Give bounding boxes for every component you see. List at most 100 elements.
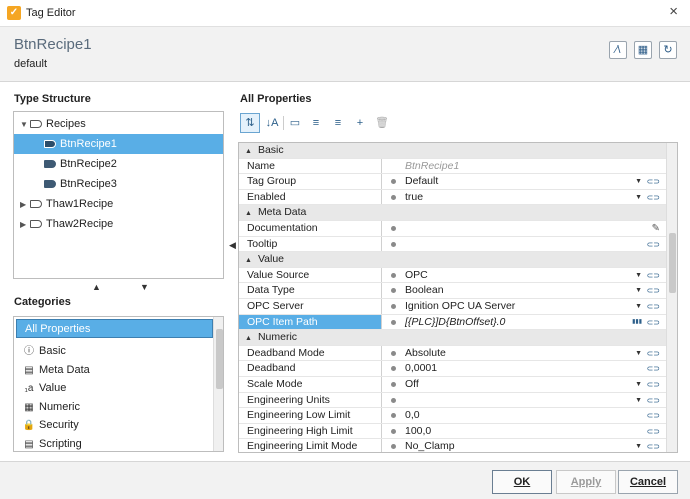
- dropdown-arrow-icon[interactable]: ▼: [635, 439, 642, 452]
- dropdown-arrow-icon[interactable]: ▼: [635, 377, 642, 392]
- binding-indicator-icon[interactable]: [391, 288, 396, 294]
- property-category-header[interactable]: ▲ Meta Data: [239, 205, 666, 221]
- collapse-all-icon[interactable]: ≡: [328, 113, 348, 133]
- binding-indicator-icon[interactable]: [391, 241, 396, 247]
- property-value-cell[interactable]: No_Clamp ▼ ⊂⊃: [383, 439, 666, 452]
- properties-grid[interactable]: ▲ Basic Name BtnRecipe1 Tag Group Default ▼ ⊂⊃ E…: [238, 142, 678, 453]
- binding-link-icon[interactable]: ⊂⊃: [647, 346, 660, 361]
- tree-item[interactable]: ▶ Thaw2Recipe: [14, 214, 223, 234]
- property-value-cell[interactable]: 0,0001 ⊂⊃: [383, 361, 666, 376]
- dropdown-arrow-icon[interactable]: ▼: [635, 190, 642, 205]
- split-down-icon[interactable]: ▼: [140, 282, 149, 292]
- category-item[interactable]: ▦ Numeric: [14, 398, 214, 417]
- binding-indicator-icon[interactable]: [391, 226, 396, 231]
- binding-indicator-icon[interactable]: [391, 179, 396, 185]
- property-category-header[interactable]: ▲ Basic: [239, 143, 666, 159]
- expand-all-icon[interactable]: ≡: [306, 113, 326, 133]
- dropdown-arrow-icon[interactable]: ▼: [635, 346, 642, 361]
- tag-history-icon[interactable]: ⁄\: [609, 41, 627, 59]
- property-row[interactable]: Deadband Mode Absolute ▼ ⊂⊃: [239, 345, 666, 362]
- refresh-icon[interactable]: ↻: [659, 41, 677, 59]
- property-row[interactable]: Engineering Limit Mode No_Clamp ▼ ⊂⊃: [239, 439, 666, 452]
- textfield-icon[interactable]: ▭: [285, 113, 305, 133]
- category-item[interactable]: ⓘ Basic: [14, 342, 214, 361]
- collapse-arrow-icon[interactable]: ▼: [20, 115, 30, 135]
- property-row[interactable]: Name BtnRecipe1: [239, 158, 666, 175]
- property-value-cell[interactable]: Off ▼ ⊂⊃: [383, 377, 666, 392]
- binding-indicator-icon[interactable]: [391, 319, 396, 325]
- collapse-arrow-icon[interactable]: ▲: [245, 331, 252, 346]
- property-row[interactable]: Engineering Low Limit 0,0 ⊂⊃: [239, 408, 666, 424]
- binding-link-icon[interactable]: ⊂⊃: [647, 393, 660, 408]
- properties-scrollbar[interactable]: [666, 143, 677, 452]
- binding-link-icon[interactable]: ⊂⊃: [647, 408, 660, 423]
- binding-indicator-icon[interactable]: [391, 397, 396, 403]
- category-item[interactable]: ▤ Scripting: [14, 435, 214, 451]
- dropdown-arrow-icon[interactable]: ▼: [635, 283, 642, 298]
- expand-arrow-icon[interactable]: ▶: [20, 215, 30, 235]
- category-item[interactable]: All Properties: [16, 319, 213, 338]
- binding-indicator-icon[interactable]: [391, 413, 396, 419]
- tree-item[interactable]: BtnRecipe2: [14, 154, 223, 174]
- category-item[interactable]: ▤ Meta Data: [14, 361, 214, 380]
- property-value-cell[interactable]: BtnRecipe1: [383, 159, 666, 174]
- tree-item[interactable]: ▶ Thaw1Recipe: [14, 194, 223, 214]
- property-value-cell[interactable]: 100,0 ⊂⊃: [383, 424, 666, 439]
- categories-scrollbar[interactable]: [213, 317, 223, 451]
- binding-indicator-icon[interactable]: [391, 428, 396, 434]
- categories-list[interactable]: All Properties ⓘ Basic ▤ Meta Data ₁a Value ▦ Nu…: [13, 316, 224, 452]
- edit-json-icon[interactable]: ▦: [634, 41, 652, 59]
- property-row[interactable]: Documentation ✎: [239, 221, 666, 237]
- dropdown-arrow-icon[interactable]: ▼: [635, 174, 642, 189]
- binding-indicator-icon[interactable]: [391, 350, 396, 356]
- category-item[interactable]: ₁a Value: [14, 379, 214, 398]
- property-row[interactable]: Enabled true ▼ ⊂⊃: [239, 189, 666, 206]
- property-value-cell[interactable]: true ▼ ⊂⊃: [383, 190, 666, 205]
- window-close-icon[interactable]: ×: [669, 3, 678, 20]
- property-value-cell[interactable]: Default ▼ ⊂⊃: [383, 174, 666, 189]
- property-row[interactable]: OPC Server Ignition OPC UA Server ▼ ⊂⊃: [239, 299, 666, 315]
- property-value-cell[interactable]: Absolute ▼ ⊂⊃: [383, 346, 666, 361]
- binding-link-icon[interactable]: ⊂⊃: [647, 424, 660, 439]
- binding-link-icon[interactable]: ⊂⊃: [647, 361, 660, 376]
- property-row[interactable]: Tooltip ⊂⊃: [239, 236, 666, 253]
- category-item[interactable]: 🔒 Security: [14, 416, 214, 435]
- property-value-cell[interactable]: [{PLC}]D{BtnOffset}.0 ▮▮▮ ⊂⊃: [383, 315, 666, 330]
- binding-link-icon[interactable]: ⊂⊃: [647, 174, 660, 189]
- binding-link-icon[interactable]: ⊂⊃: [647, 299, 660, 314]
- categories-scroll-thumb[interactable]: [216, 329, 223, 389]
- collapse-arrow-icon[interactable]: ▲: [245, 253, 252, 268]
- property-value-cell[interactable]: ✎: [383, 221, 666, 236]
- sort-alpha-icon[interactable]: ↓A: [262, 113, 282, 133]
- dropdown-arrow-icon[interactable]: ▼: [635, 268, 642, 283]
- property-value-cell[interactable]: OPC ▼ ⊂⊃: [383, 268, 666, 283]
- property-row[interactable]: OPC Item Path [{PLC}]D{BtnOffset}.0 ▮▮▮ ⊂⊃: [239, 314, 666, 331]
- property-row[interactable]: Value Source OPC ▼ ⊂⊃: [239, 267, 666, 284]
- sort-category-icon[interactable]: ⇅: [240, 113, 260, 133]
- cancel-button[interactable]: Cancel: [618, 470, 678, 494]
- expand-arrow-icon[interactable]: ▶: [20, 195, 30, 215]
- property-value-cell[interactable]: ▼ ⊂⊃: [383, 393, 666, 408]
- binding-indicator-icon[interactable]: [391, 272, 396, 278]
- property-row[interactable]: Engineering Units ▼ ⊂⊃: [239, 392, 666, 409]
- split-up-icon[interactable]: ▲: [92, 282, 101, 292]
- binding-indicator-icon[interactable]: [391, 194, 396, 200]
- property-row[interactable]: Engineering High Limit 100,0 ⊂⊃: [239, 423, 666, 440]
- property-row[interactable]: Scale Mode Off ▼ ⊂⊃: [239, 377, 666, 393]
- tree-item[interactable]: ▼ Recipes: [14, 114, 223, 134]
- binding-indicator-icon[interactable]: [391, 304, 396, 309]
- properties-scroll-thumb[interactable]: [669, 233, 676, 293]
- tree-item[interactable]: BtnRecipe3: [14, 174, 223, 194]
- binding-link-icon[interactable]: ⊂⊃: [647, 439, 660, 452]
- property-row[interactable]: Tag Group Default ▼ ⊂⊃: [239, 174, 666, 190]
- tree-item[interactable]: BtnRecipe1: [14, 134, 223, 154]
- browse-opc-icon[interactable]: ▮▮▮: [632, 315, 642, 330]
- binding-link-icon[interactable]: ⊂⊃: [647, 377, 660, 392]
- collapse-left-icon[interactable]: ◀: [229, 240, 236, 251]
- property-value-cell[interactable]: Ignition OPC UA Server ▼ ⊂⊃: [383, 299, 666, 314]
- binding-indicator-icon[interactable]: [391, 382, 396, 387]
- dropdown-arrow-icon[interactable]: ▼: [635, 393, 642, 408]
- binding-link-icon[interactable]: ⊂⊃: [647, 268, 660, 283]
- ok-button[interactable]: OK: [492, 470, 552, 494]
- collapse-arrow-icon[interactable]: ▲: [245, 144, 252, 159]
